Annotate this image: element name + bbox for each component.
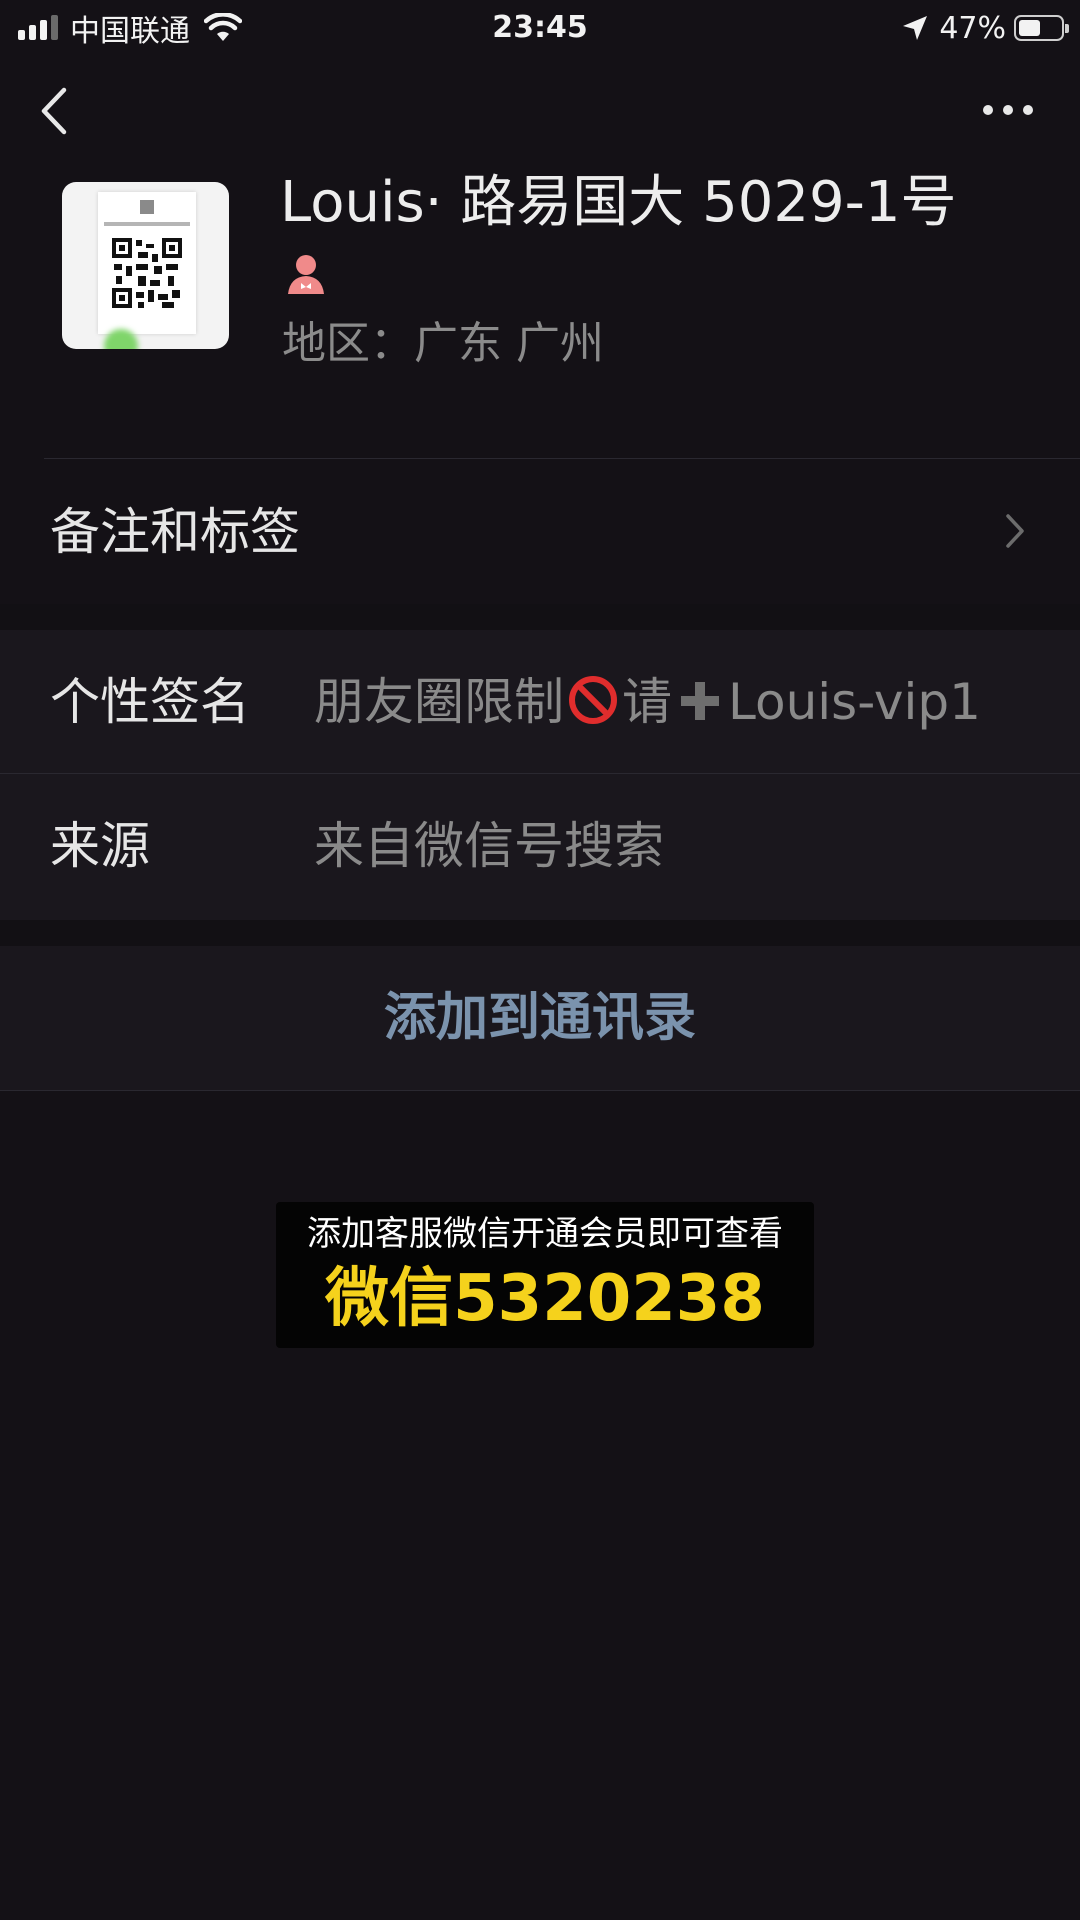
chevron-right-icon: [1006, 514, 1024, 548]
battery-percent: 47%: [939, 10, 1006, 46]
signature-prefix: 朋友圈限制: [314, 673, 564, 731]
divider: [0, 920, 1080, 946]
divider: [0, 1090, 1080, 1091]
profile-name: Louis· 路易国大 5029-1号: [280, 170, 957, 235]
add-contact-row[interactable]: 添加到通讯录: [0, 946, 1080, 1090]
signature-label: 个性签名: [50, 673, 250, 731]
source-label: 来源: [50, 817, 150, 875]
female-icon: [288, 255, 324, 294]
promo-line-1: 添加客服微信开通会员即可查看: [307, 1214, 783, 1254]
contact-profile-screen: 中国联通 23:45 47% Louis· 路易国大 5029-1号 地区：广东…: [0, 0, 1080, 1920]
source-row: 来源 来自微信号搜索: [0, 774, 1080, 920]
remarks-tags-label: 备注和标签: [50, 503, 300, 561]
signature-row: 个性签名 朋友圈限制 请 Louis-vip1: [0, 630, 1080, 774]
chevron-left-icon[interactable]: [34, 84, 74, 138]
add-to-contacts-button[interactable]: 添加到通讯录: [0, 988, 1080, 1048]
battery-icon: [1014, 15, 1069, 41]
signature-suffix: Louis-vip1: [728, 673, 981, 731]
source-value: 来自微信号搜索: [314, 817, 664, 875]
remarks-tags-row[interactable]: 备注和标签: [0, 460, 1080, 604]
avatar[interactable]: [62, 182, 229, 349]
region-text: 地区：广东 广州: [282, 318, 604, 369]
qr-card-image: [98, 192, 196, 334]
signature-mid: 请: [622, 673, 672, 731]
status-bar: 中国联通 23:45 47%: [0, 0, 1080, 54]
divider: [0, 604, 1080, 630]
divider: [44, 458, 1080, 459]
location-arrow-icon: [903, 16, 928, 40]
plus-icon: [681, 682, 719, 720]
promo-overlay-banner: 添加客服微信开通会员即可查看 微信5320238: [276, 1202, 814, 1348]
more-dots-icon[interactable]: [980, 92, 1036, 128]
no-entry-icon: [569, 676, 617, 724]
status-right: 47%: [901, 8, 1069, 48]
promo-line-2: 微信5320238: [325, 1262, 765, 1336]
qr-code-icon: [110, 236, 184, 310]
signature-value: 朋友圈限制 请 Louis-vip1: [314, 672, 981, 732]
